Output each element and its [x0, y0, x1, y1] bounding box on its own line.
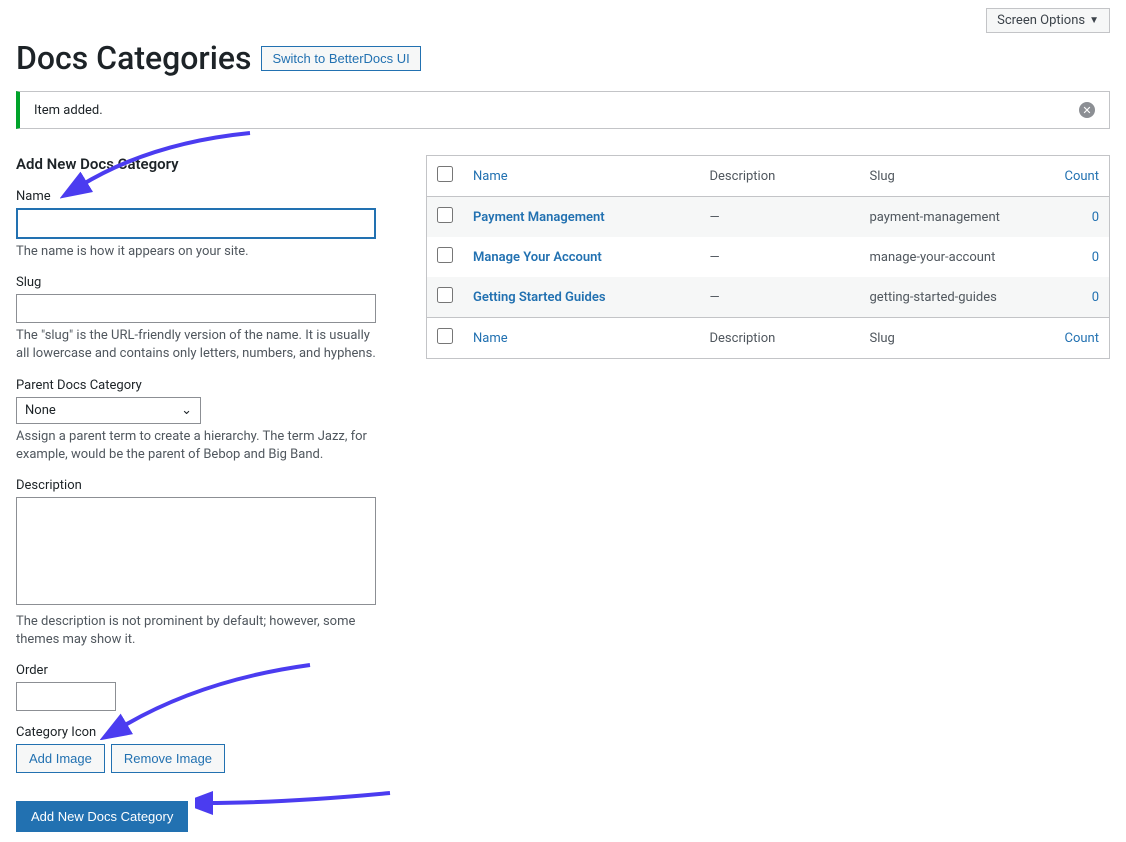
- table-row: Manage Your Account — manage-your-accoun…: [427, 237, 1110, 277]
- slug-label: Slug: [16, 275, 396, 290]
- row-checkbox[interactable]: [437, 207, 453, 223]
- col-name-header[interactable]: Name: [463, 156, 700, 197]
- table-row: Getting Started Guides — getting-started…: [427, 277, 1110, 318]
- add-new-docs-category-button[interactable]: Add New Docs Category: [16, 801, 188, 832]
- chevron-down-icon: ⌄: [181, 403, 192, 418]
- order-input[interactable]: [16, 682, 116, 711]
- select-all-top-checkbox[interactable]: [437, 166, 453, 182]
- col-description-footer[interactable]: Description: [700, 318, 860, 359]
- categories-table: Name Description Slug Count Payment Mana…: [426, 155, 1110, 359]
- col-count-footer[interactable]: Count: [1040, 318, 1110, 359]
- chevron-down-icon: ▼: [1089, 15, 1099, 26]
- category-icon-label: Category Icon: [16, 725, 396, 740]
- row-description: —: [700, 197, 860, 238]
- close-icon[interactable]: ✕: [1079, 102, 1095, 118]
- row-checkbox[interactable]: [437, 287, 453, 303]
- screen-options-toggle[interactable]: Screen Options ▼: [986, 8, 1110, 33]
- category-link[interactable]: Manage Your Account: [473, 250, 602, 265]
- select-all-bottom-checkbox[interactable]: [437, 328, 453, 344]
- col-count-header[interactable]: Count: [1040, 156, 1110, 197]
- row-description: —: [700, 237, 860, 277]
- parent-selected-value: None: [25, 403, 56, 418]
- row-count-link[interactable]: 0: [1092, 210, 1099, 225]
- row-slug: manage-your-account: [860, 237, 1040, 277]
- row-count-link[interactable]: 0: [1092, 290, 1099, 305]
- col-name-footer[interactable]: Name: [463, 318, 700, 359]
- name-input[interactable]: [16, 208, 376, 239]
- page-title: Docs Categories: [16, 39, 251, 77]
- slug-help: The "slug" is the URL-friendly version o…: [16, 327, 376, 363]
- col-slug-footer[interactable]: Slug: [860, 318, 1040, 359]
- col-description-header[interactable]: Description: [700, 156, 860, 197]
- add-new-heading: Add New Docs Category: [16, 155, 396, 173]
- switch-ui-button[interactable]: Switch to BetterDocs UI: [261, 46, 420, 71]
- notice-text: Item added.: [34, 103, 103, 118]
- description-help: The description is not prominent by defa…: [16, 613, 376, 649]
- row-slug: payment-management: [860, 197, 1040, 238]
- description-textarea[interactable]: [16, 497, 376, 605]
- name-help: The name is how it appears on your site.: [16, 243, 376, 261]
- row-slug: getting-started-guides: [860, 277, 1040, 318]
- category-link[interactable]: Getting Started Guides: [473, 290, 606, 305]
- description-label: Description: [16, 478, 396, 493]
- parent-select[interactable]: None ⌄: [16, 397, 201, 424]
- parent-label: Parent Docs Category: [16, 378, 396, 393]
- col-slug-header[interactable]: Slug: [860, 156, 1040, 197]
- row-description: —: [700, 277, 860, 318]
- slug-input[interactable]: [16, 294, 376, 323]
- remove-image-button[interactable]: Remove Image: [111, 744, 225, 773]
- add-image-button[interactable]: Add Image: [16, 744, 105, 773]
- name-label: Name: [16, 189, 396, 204]
- parent-help: Assign a parent term to create a hierarc…: [16, 428, 376, 464]
- table-row: Payment Management — payment-management …: [427, 197, 1110, 238]
- category-link[interactable]: Payment Management: [473, 210, 605, 225]
- row-checkbox[interactable]: [437, 247, 453, 263]
- screen-options-label: Screen Options: [997, 13, 1085, 28]
- order-label: Order: [16, 663, 396, 678]
- row-count-link[interactable]: 0: [1092, 250, 1099, 265]
- success-notice: Item added. ✕: [16, 91, 1110, 129]
